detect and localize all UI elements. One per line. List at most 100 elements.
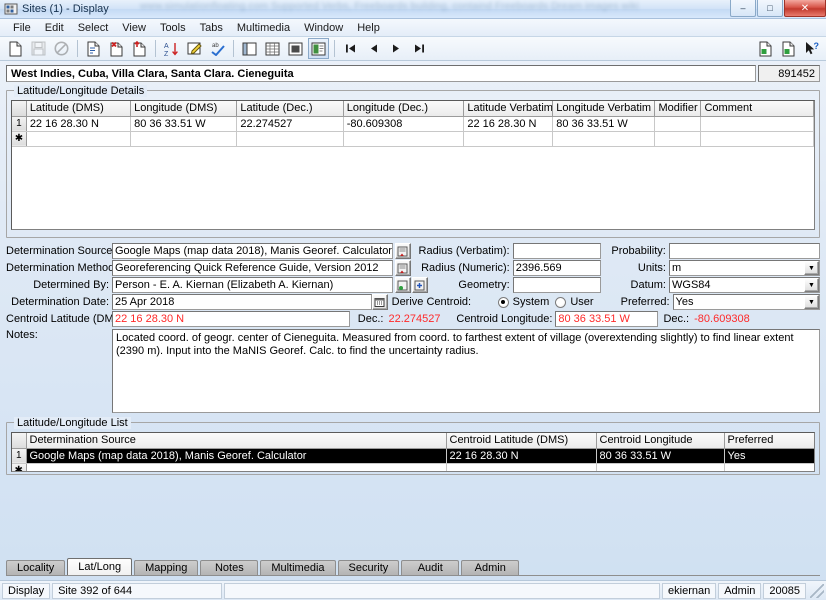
tab-audit[interactable]: Audit	[401, 560, 460, 575]
resize-grip-icon[interactable]	[810, 583, 824, 598]
new-record-button[interactable]	[5, 38, 26, 59]
new-cell-centroid-latitude[interactable]	[446, 463, 597, 471]
new-row-marker-icon[interactable]: ✱	[12, 131, 27, 147]
details-grid-empty-area[interactable]	[12, 146, 814, 229]
grid-view-button[interactable]	[262, 38, 283, 59]
remove-record-button[interactable]	[129, 38, 150, 59]
details-col-modifier[interactable]: Modifier	[654, 101, 702, 117]
centroid-latitude-dms-input[interactable]: 22 16 28.30 N	[112, 311, 351, 327]
menu-item-multimedia[interactable]: Multimedia	[230, 21, 297, 35]
minimize-button[interactable]: –	[730, 0, 756, 17]
duplicate-record-button[interactable]	[83, 38, 104, 59]
sort-button[interactable]: A Z	[161, 38, 182, 59]
tab-notes[interactable]: Notes	[200, 560, 259, 575]
new-cell-modifier[interactable]	[654, 131, 702, 147]
report-view-button[interactable]	[285, 38, 306, 59]
new-cell-latitude-verbatim[interactable]	[463, 131, 554, 147]
probability-input[interactable]	[668, 243, 820, 259]
edit-query-button[interactable]	[184, 38, 205, 59]
table-row[interactable]: 1 Google Maps (map data 2018), Manis Geo…	[12, 448, 814, 464]
record-view-button[interactable]	[308, 38, 329, 59]
notes-textarea[interactable]: Located coord. of geogr. center of Ciene…	[112, 329, 820, 413]
determination-source-lookup-button[interactable]	[394, 243, 411, 259]
nav-next-button[interactable]	[386, 38, 407, 59]
new-cell-determination-source[interactable]	[26, 463, 447, 471]
menu-item-edit[interactable]: Edit	[38, 21, 71, 35]
list-corner-cell[interactable]	[12, 433, 27, 449]
geometry-input[interactable]	[512, 277, 601, 293]
radius-verbatim-input[interactable]	[512, 243, 601, 259]
new-record-row[interactable]: ✱	[12, 131, 814, 147]
list-col-preferred[interactable]: Preferred	[724, 433, 814, 449]
calendar-picker-button[interactable]	[371, 294, 388, 310]
new-cell-centroid-longitude[interactable]	[596, 463, 725, 471]
export-record-button[interactable]	[755, 38, 776, 59]
cell-latitude-dms[interactable]: 22 16 28.30 N	[26, 116, 132, 132]
details-grid[interactable]: Latitude (DMS) Longitude (DMS) Latitude …	[11, 100, 815, 230]
derive-centroid-user-radio[interactable]	[555, 296, 567, 308]
determination-source-input[interactable]: Google Maps (map data 2018), Manis Geore…	[112, 243, 393, 259]
new-record-row[interactable]: ✱	[12, 463, 814, 471]
cell-centroid-longitude[interactable]: 80 36 33.51 W	[596, 448, 725, 464]
details-col-latitude-dms[interactable]: Latitude (DMS)	[26, 101, 132, 117]
details-col-latitude-verbatim[interactable]: Latitude Verbatim	[463, 101, 554, 117]
nav-first-button[interactable]	[340, 38, 361, 59]
menu-item-window[interactable]: Window	[297, 21, 350, 35]
new-cell-longitude-dec[interactable]	[343, 131, 465, 147]
tab-multimedia[interactable]: Multimedia	[260, 560, 336, 575]
new-cell-comment[interactable]	[700, 131, 814, 147]
cell-comment[interactable]	[700, 116, 814, 132]
cell-longitude-verbatim[interactable]: 80 36 33.51 W	[552, 116, 656, 132]
list-col-centroid-longitude[interactable]: Centroid Longitude	[596, 433, 725, 449]
chevron-down-icon[interactable]: ▼	[804, 295, 819, 309]
nav-prev-button[interactable]	[363, 38, 384, 59]
details-col-longitude-verbatim[interactable]: Longitude Verbatim	[552, 101, 656, 117]
determination-date-input[interactable]: 25 Apr 2018	[112, 294, 372, 310]
cell-longitude-dms[interactable]: 80 36 33.51 W	[130, 116, 238, 132]
cell-longitude-dec[interactable]: -80.609308	[343, 116, 465, 132]
row-number[interactable]: 1	[12, 448, 27, 464]
table-row[interactable]: 1 22 16 28.30 N 80 36 33.51 W 22.274527 …	[12, 116, 814, 132]
maximize-button[interactable]: □	[757, 0, 783, 17]
determined-by-input[interactable]: Person - E. A. Kiernan (Elizabeth A. Kie…	[112, 277, 393, 293]
new-cell-longitude-verbatim[interactable]	[552, 131, 656, 147]
determined-by-add-button[interactable]	[411, 277, 428, 293]
new-row-marker-icon[interactable]: ✱	[12, 463, 27, 471]
datum-select[interactable]: WGS84 ▼	[669, 277, 820, 293]
list-grid[interactable]: Determination Source Centroid Latitude (…	[11, 432, 815, 472]
menu-item-file[interactable]: File	[6, 21, 38, 35]
chevron-down-icon[interactable]: ▼	[804, 261, 819, 275]
cell-latitude-dec[interactable]: 22.274527	[236, 116, 344, 132]
centroid-longitude-dms-input[interactable]: 80 36 33.51 W	[555, 311, 659, 327]
new-cell-longitude-dms[interactable]	[130, 131, 238, 147]
determined-by-lookup-button[interactable]	[394, 277, 411, 293]
radius-numeric-input[interactable]: 2396.569	[512, 260, 601, 276]
menu-item-tools[interactable]: Tools	[153, 21, 193, 35]
new-cell-latitude-dec[interactable]	[236, 131, 344, 147]
form-view-button[interactable]	[239, 38, 260, 59]
delete-record-button[interactable]	[106, 38, 127, 59]
new-cell-preferred[interactable]	[724, 463, 814, 471]
cell-determination-source[interactable]: Google Maps (map data 2018), Manis Geore…	[26, 448, 447, 464]
menu-item-select[interactable]: Select	[71, 21, 116, 35]
row-number[interactable]: 1	[12, 116, 27, 132]
determination-method-input[interactable]: Georeferencing Quick Reference Guide, Ve…	[112, 260, 393, 276]
save-record-button[interactable]	[28, 38, 49, 59]
new-cell-latitude-dms[interactable]	[26, 131, 132, 147]
determination-method-lookup-button[interactable]	[394, 260, 411, 276]
tab-locality[interactable]: Locality	[6, 560, 66, 575]
close-button[interactable]: ✕	[784, 0, 826, 17]
tab-mapping[interactable]: Mapping	[134, 560, 199, 575]
spellcheck-button[interactable]: ab	[207, 38, 228, 59]
menu-item-view[interactable]: View	[115, 21, 153, 35]
units-select[interactable]: m ▼	[669, 260, 820, 276]
tab-security[interactable]: Security	[337, 560, 400, 575]
list-col-determination-source[interactable]: Determination Source	[26, 433, 447, 449]
menu-item-tabs[interactable]: Tabs	[193, 21, 230, 35]
cancel-button[interactable]	[51, 38, 72, 59]
tab-admin[interactable]: Admin	[461, 560, 520, 575]
chevron-down-icon[interactable]: ▼	[804, 278, 819, 292]
details-col-comment[interactable]: Comment	[700, 101, 814, 117]
preferred-select[interactable]: Yes ▼	[672, 294, 820, 310]
list-col-centroid-latitude[interactable]: Centroid Latitude (DMS)	[446, 433, 597, 449]
